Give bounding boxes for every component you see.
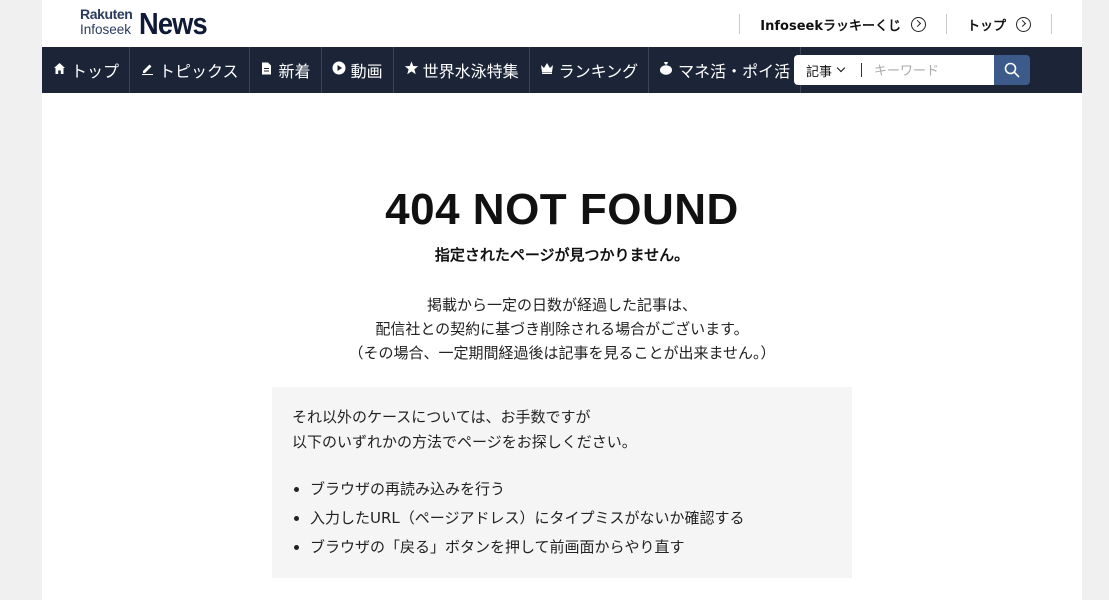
- help-list-item: ブラウザの再読み込みを行う: [310, 475, 832, 504]
- search-category-value: 記事: [806, 64, 833, 80]
- play-icon: [332, 61, 346, 79]
- page-subtitle: 指定されたページが見つかりません。: [434, 246, 690, 264]
- crown-icon: [540, 62, 554, 78]
- nav-item-topics[interactable]: トピックス: [130, 47, 250, 93]
- nav-item-ranking[interactable]: ランキング: [530, 47, 650, 93]
- lucky-kuji-link[interactable]: Infoseekラッキーくじ: [739, 14, 946, 34]
- help-list-item: 入力したURL（ページアドレス）にタイプミスがないか確認する: [310, 504, 832, 533]
- logo-news-text: News: [139, 6, 208, 41]
- nav-item-video[interactable]: 動画: [322, 47, 394, 93]
- search-icon: [1004, 62, 1020, 78]
- main-content: 404 NOT FOUND 指定されたページが見つかりません。 掲載から一定の日…: [42, 93, 1082, 578]
- page-title: 404 NOT FOUND: [385, 185, 739, 234]
- nav-item-label: 動画: [350, 62, 383, 81]
- nav-item-label: トップ: [71, 62, 120, 81]
- top-link-label: トップ: [966, 18, 1006, 34]
- nav-item-label: トピックス: [159, 62, 239, 81]
- nav-item-label: 世界水泳特集: [422, 62, 519, 81]
- help-list-item: ブラウザの「戻る」ボタンを押して前画面からやり直す: [310, 533, 832, 562]
- description-line: （その場合、一定期間経過後は記事を見ることが出来ません。）: [348, 344, 776, 362]
- nav-item-label: マネ活・ポイ活: [678, 62, 791, 81]
- nav-item-money[interactable]: マネ活・ポイ活: [649, 47, 802, 93]
- global-nav: トップ トピックス 新着 動画 世界水泳特集 ランキング マネ活・ポイ活 記事 …: [42, 47, 1082, 93]
- search-button[interactable]: [994, 55, 1030, 85]
- chevron-down-icon: [836, 63, 846, 73]
- nav-item-label: ランキング: [558, 62, 639, 81]
- search-input[interactable]: [862, 55, 994, 85]
- home-icon: [52, 62, 66, 79]
- nav-item-top[interactable]: トップ: [42, 47, 131, 93]
- search-category-select[interactable]: 記事: [794, 55, 862, 85]
- circle-chevron-right-icon: [1016, 16, 1031, 32]
- document-icon: [260, 62, 274, 79]
- error-description: 掲載から一定の日数が経過した記事は、 配信社との契約に基づき削除される場合がござ…: [42, 293, 1082, 365]
- money-bag-icon: [659, 61, 673, 79]
- site-header: Rakuten Infoseek News Infoseekラッキーくじ トップ: [42, 0, 1082, 47]
- lucky-kuji-label: Infoseekラッキーくじ: [760, 18, 901, 34]
- logo-rakuten-text: Rakuten: [80, 6, 133, 22]
- top-link[interactable]: トップ: [945, 14, 1052, 34]
- header-links: Infoseekラッキーくじ トップ: [739, 13, 1052, 35]
- help-list: ブラウザの再読み込みを行う 入力したURL（ページアドレス）にタイプミスがないか…: [292, 475, 832, 562]
- nav-item-swimming-feature[interactable]: 世界水泳特集: [394, 47, 530, 93]
- help-box: それ以外のケースについては、お手数ですが 以下のいずれかの方法でページをお探しく…: [272, 387, 852, 578]
- logo-infoseek-text: Infoseek: [80, 22, 132, 37]
- pencil-icon: [140, 62, 154, 79]
- star-icon: [404, 61, 418, 79]
- search-form: 記事: [794, 55, 1030, 85]
- description-line: 配信社との契約に基づき削除される場合がございます。: [375, 320, 749, 338]
- logo-brand-text: Rakuten Infoseek: [80, 6, 133, 38]
- circle-chevron-right-icon: [910, 16, 926, 32]
- nav-item-label: 新着: [278, 62, 311, 81]
- description-line: 掲載から一定の日数が経過した記事は、: [426, 296, 697, 314]
- help-text-line: 以下のいずれかの方法でページをお探しください。: [292, 433, 637, 451]
- help-text-line: それ以外のケースについては、お手数ですが: [292, 408, 591, 426]
- nav-item-new[interactable]: 新着: [250, 47, 322, 93]
